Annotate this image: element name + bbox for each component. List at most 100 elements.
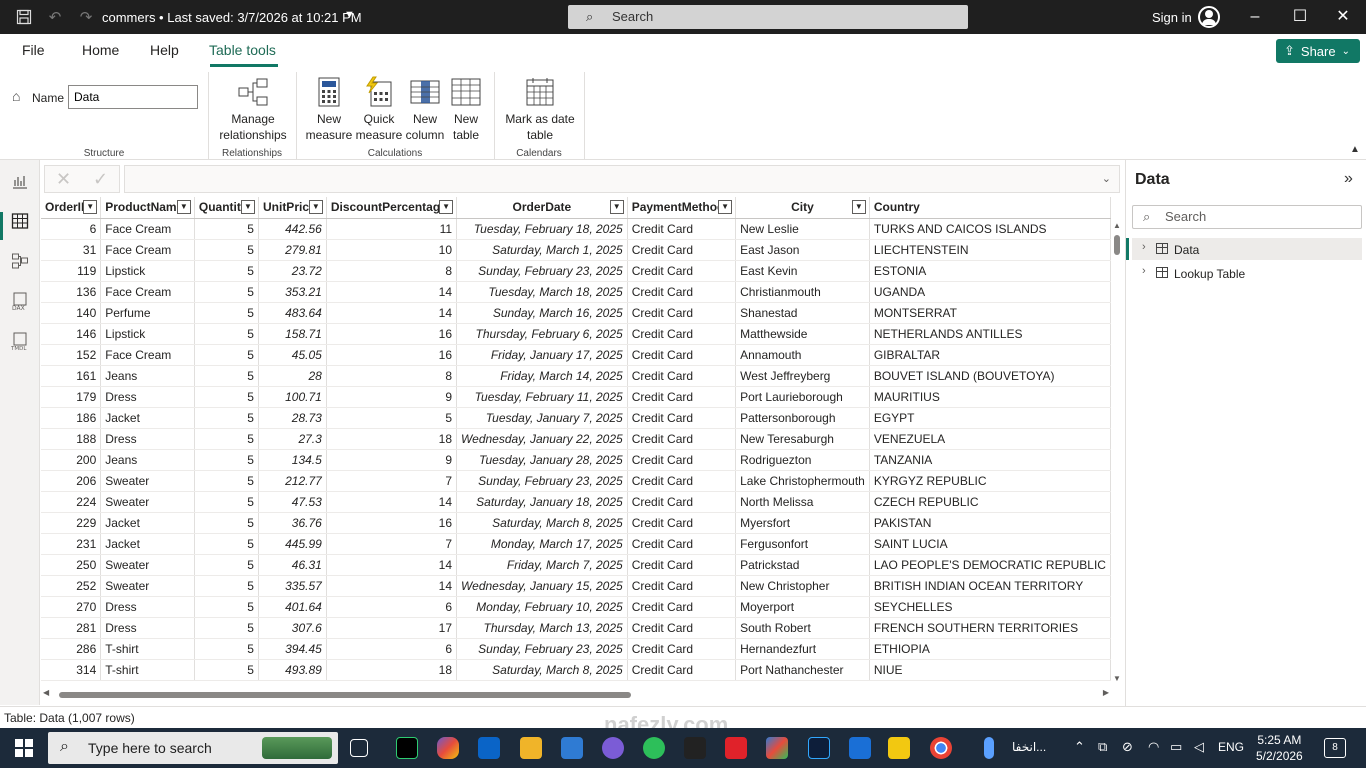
filter-dropdown-icon[interactable]: ▼ bbox=[83, 200, 98, 214]
table-cell[interactable]: 140 bbox=[41, 302, 102, 324]
table-row[interactable]: 140 Perfume 5 483.64 14 Sunday, March 16, 202… bbox=[41, 302, 1111, 324]
table-cell[interactable]: 5 bbox=[194, 575, 259, 597]
table-cell[interactable]: 46.31 bbox=[258, 554, 327, 576]
table-cell[interactable]: Credit Card bbox=[627, 617, 737, 639]
table-cell[interactable]: NIUE bbox=[869, 659, 1111, 681]
table-cell[interactable]: 394.45 bbox=[258, 638, 327, 660]
table-cell[interactable]: Matthewside bbox=[735, 323, 870, 345]
field-list-item-lookup-table[interactable]: › Lookup Table bbox=[1132, 262, 1362, 284]
notification-icon[interactable]: 8 bbox=[1324, 738, 1346, 758]
table-row[interactable]: 179 Dress 5 100.71 9 Tuesday, February 11, 20… bbox=[41, 386, 1111, 408]
table-cell[interactable]: New Teresaburgh bbox=[735, 428, 870, 450]
column-header-paymentmethod[interactable]: PaymentMethod ▼ bbox=[627, 197, 737, 219]
table-cell[interactable]: 14 bbox=[326, 491, 458, 513]
column-header-discountpercentage[interactable]: DiscountPercentage ▼ bbox=[326, 197, 458, 219]
table-cell[interactable]: Saturday, March 8, 2025 bbox=[456, 659, 628, 681]
table-cell[interactable]: 206 bbox=[41, 470, 102, 492]
table-cell[interactable]: Annamouth bbox=[735, 344, 870, 366]
quick-measure-button[interactable]: Quick measure bbox=[354, 76, 404, 143]
table-cell[interactable]: NETHERLANDS ANTILLES bbox=[869, 323, 1111, 345]
table-cell[interactable]: 23.72 bbox=[258, 260, 327, 282]
table-cell[interactable]: Sunday, February 23, 2025 bbox=[456, 638, 628, 660]
table-cell[interactable]: 36.76 bbox=[258, 512, 327, 534]
table-cell[interactable]: 353.21 bbox=[258, 281, 327, 303]
table-cell[interactable]: Sunday, February 23, 2025 bbox=[456, 470, 628, 492]
power-bi-icon[interactable] bbox=[888, 737, 910, 759]
table-row[interactable]: 188 Dress 5 27.3 18 Wednesday, January 22, 20… bbox=[41, 428, 1111, 450]
table-cell[interactable]: Credit Card bbox=[627, 575, 737, 597]
table-cell[interactable]: 5 bbox=[194, 449, 259, 471]
table-cell[interactable]: Lipstick bbox=[100, 323, 195, 345]
copilot-icon[interactable] bbox=[437, 737, 459, 759]
table-cell[interactable]: Credit Card bbox=[627, 281, 737, 303]
table-cell[interactable]: T-shirt bbox=[100, 638, 195, 660]
table-cell[interactable]: 119 bbox=[41, 260, 102, 282]
tmdl-view-icon[interactable]: TMDL bbox=[10, 332, 30, 352]
table-cell[interactable]: 11 bbox=[326, 218, 458, 240]
table-cell[interactable]: EGYPT bbox=[869, 407, 1111, 429]
table-cell[interactable]: Monday, February 10, 2025 bbox=[456, 596, 628, 618]
table-cell[interactable]: 152 bbox=[41, 344, 102, 366]
photoshop-icon[interactable] bbox=[808, 737, 830, 759]
table-row[interactable]: 231 Jacket 5 445.99 7 Monday, March 17, 2025 C… bbox=[41, 533, 1111, 555]
table-cell[interactable]: Port Nathanchester bbox=[735, 659, 870, 681]
table-cell[interactable]: 493.89 bbox=[258, 659, 327, 681]
formula-input[interactable]: ⌄ bbox=[124, 165, 1120, 193]
table-cell[interactable]: Face Cream bbox=[100, 239, 195, 261]
store-icon[interactable] bbox=[561, 737, 583, 759]
table-cell[interactable]: Tuesday, February 18, 2025 bbox=[456, 218, 628, 240]
table-row[interactable]: 270 Dress 5 401.64 6 Monday, February 10, 202… bbox=[41, 596, 1111, 618]
table-cell[interactable]: 5 bbox=[194, 407, 259, 429]
table-cell[interactable]: Jacket bbox=[100, 407, 195, 429]
vscode-icon[interactable] bbox=[849, 737, 871, 759]
table-cell[interactable]: 307.6 bbox=[258, 617, 327, 639]
forest-widget-icon[interactable] bbox=[262, 737, 332, 759]
table-cell[interactable]: Friday, January 17, 2025 bbox=[456, 344, 628, 366]
youtube-icon[interactable] bbox=[725, 737, 747, 759]
table-cell[interactable]: East Jason bbox=[735, 239, 870, 261]
table-cell[interactable]: Sunday, March 16, 2025 bbox=[456, 302, 628, 324]
table-cell[interactable]: Sweater bbox=[100, 491, 195, 513]
mute-icon[interactable]: ⊘ bbox=[1122, 739, 1133, 755]
table-cell[interactable]: Credit Card bbox=[627, 260, 737, 282]
cancel-icon[interactable]: ✕ bbox=[56, 169, 71, 190]
filter-dropdown-icon[interactable]: ▼ bbox=[439, 200, 454, 214]
chevron-down-icon[interactable]: ⌄ bbox=[1102, 172, 1111, 185]
column-header-orderid[interactable]: OrderID ▼ bbox=[41, 197, 102, 219]
table-cell[interactable]: FRENCH SOUTHERN TERRITORIES bbox=[869, 617, 1111, 639]
table-cell[interactable]: 179 bbox=[41, 386, 102, 408]
table-cell[interactable]: 17 bbox=[326, 617, 458, 639]
table-cell[interactable]: Dress bbox=[100, 428, 195, 450]
table-cell[interactable]: Dress bbox=[100, 596, 195, 618]
scroll-thumb[interactable] bbox=[1114, 235, 1120, 255]
table-cell[interactable]: PAKISTAN bbox=[869, 512, 1111, 534]
table-cell[interactable]: Credit Card bbox=[627, 554, 737, 576]
table-cell[interactable]: 5 bbox=[194, 659, 259, 681]
table-row[interactable]: 136 Face Cream 5 353.21 14 Tuesday, March 18,… bbox=[41, 281, 1111, 303]
table-cell[interactable]: 5 bbox=[194, 617, 259, 639]
table-cell[interactable]: Port Laurieborough bbox=[735, 386, 870, 408]
table-cell[interactable]: MAURITIUS bbox=[869, 386, 1111, 408]
report-view-icon[interactable] bbox=[10, 172, 30, 192]
table-cell[interactable]: Credit Card bbox=[627, 512, 737, 534]
chevron-right-icon[interactable]: › bbox=[1142, 241, 1146, 253]
table-cell[interactable]: Credit Card bbox=[627, 407, 737, 429]
table-cell[interactable]: 47.53 bbox=[258, 491, 327, 513]
table-cell[interactable]: Friday, March 14, 2025 bbox=[456, 365, 628, 387]
table-cell[interactable]: 188 bbox=[41, 428, 102, 450]
menu-file[interactable]: File bbox=[22, 42, 45, 58]
filter-dropdown-icon[interactable]: ▼ bbox=[176, 200, 191, 214]
table-cell[interactable]: 31 bbox=[41, 239, 102, 261]
table-cell[interactable]: Credit Card bbox=[627, 239, 737, 261]
table-cell[interactable]: Saturday, March 8, 2025 bbox=[456, 512, 628, 534]
table-cell[interactable]: UGANDA bbox=[869, 281, 1111, 303]
battery-icon[interactable]: ▭ bbox=[1170, 739, 1182, 755]
table-cell[interactable]: 279.81 bbox=[258, 239, 327, 261]
table-cell[interactable]: Tuesday, February 11, 2025 bbox=[456, 386, 628, 408]
expand-pane-icon[interactable]: » bbox=[1344, 170, 1353, 188]
table-cell[interactable]: 5 bbox=[194, 386, 259, 408]
table-cell[interactable]: CZECH REPUBLIC bbox=[869, 491, 1111, 513]
column-header-quantity[interactable]: Quantity ▼ bbox=[194, 197, 259, 219]
table-cell[interactable]: 18 bbox=[326, 659, 458, 681]
table-cell[interactable]: 27.3 bbox=[258, 428, 327, 450]
